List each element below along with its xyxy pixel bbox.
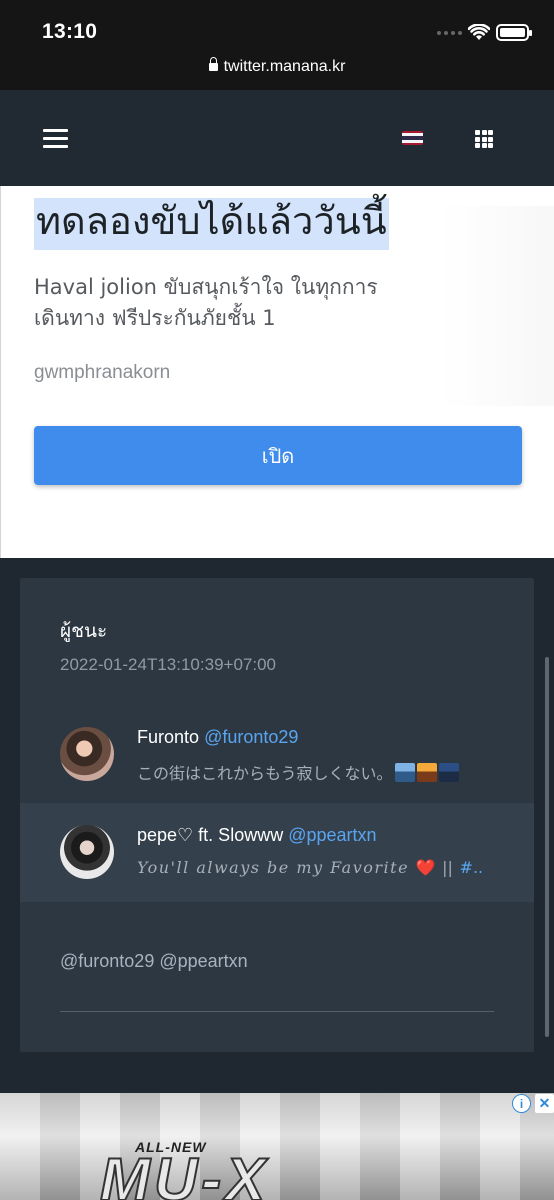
ad-banner-image xyxy=(0,1093,554,1200)
heart-icon: ❤️ xyxy=(415,858,436,877)
site-header xyxy=(0,90,554,186)
url-text: twitter.manana.kr xyxy=(223,58,346,75)
card-title: ผู้ชนะ xyxy=(60,620,108,642)
hamburger-icon[interactable] xyxy=(43,129,68,148)
ad-model-name: MU-X xyxy=(99,1145,270,1200)
user-name-line: pepe♡ ft. Slowww @ppeartxn xyxy=(137,825,377,846)
ad-card[interactable]: ทดลองขับได้แล้ววันนี้ Haval jolion ขับสน… xyxy=(0,186,554,558)
hashtag-link[interactable]: #... xyxy=(460,858,483,877)
bio-separator: || xyxy=(442,858,453,877)
clock: 13:10 xyxy=(42,20,98,43)
avatar[interactable] xyxy=(60,825,114,879)
bottom-ad-banner[interactable]: ALL-NEW MU-X xyxy=(0,1093,554,1200)
night-city-emoji-icon xyxy=(438,763,459,782)
card-timestamp: 2022-01-24T13:10:39+07:00 xyxy=(60,655,276,674)
grid-icon[interactable] xyxy=(475,130,493,148)
sunset-city-emoji-icon xyxy=(416,763,437,782)
list-item[interactable]: pepe♡ ft. Slowww @ppeartxn You'll always… xyxy=(20,803,534,902)
user-name: Furonto xyxy=(137,727,200,747)
ad-background-image xyxy=(441,206,554,406)
status-bar: 13:10 twitter.manana.kr xyxy=(0,0,554,90)
lock-icon xyxy=(208,57,218,71)
address-bar[interactable]: twitter.manana.kr xyxy=(0,57,554,76)
winner-card: ผู้ชนะ 2022-01-24T13:10:39+07:00 Furonto… xyxy=(20,578,534,1052)
ad-controls: i ✕ xyxy=(512,1094,554,1113)
open-button[interactable]: เปิด xyxy=(34,426,522,485)
user-handle[interactable]: @furonto29 xyxy=(204,727,298,747)
signal-icon xyxy=(437,31,462,35)
avatar[interactable] xyxy=(60,727,114,781)
ad-headline: ทดลองขับได้แล้ววันนี้ xyxy=(34,198,389,250)
ad-advertiser: gwmphranakorn xyxy=(34,362,171,383)
thai-flag-icon[interactable] xyxy=(402,131,423,145)
wifi-icon xyxy=(467,23,491,45)
scrollbar[interactable] xyxy=(545,657,549,1037)
user-bio: You'll always be my Favorite ❤️ || #... xyxy=(137,858,483,877)
cityscape-emoji-icon xyxy=(394,763,415,782)
battery-icon xyxy=(496,24,532,41)
ad-description: Haval jolion ขับสนุกเร้าใจ ในทุกการเดินท… xyxy=(34,275,378,330)
user-name: pepe♡ ft. Slowww xyxy=(137,825,284,845)
close-icon[interactable]: ✕ xyxy=(535,1094,554,1113)
user-bio: この街はこれからもう寂しくない。 xyxy=(137,760,459,784)
bio-text: この街はこれからもう寂しくない。 xyxy=(137,764,393,783)
mentions-text: @furonto29 @ppeartxn xyxy=(60,951,248,971)
info-icon[interactable]: i xyxy=(512,1094,531,1113)
user-handle[interactable]: @ppeartxn xyxy=(288,825,376,845)
divider xyxy=(60,1011,494,1012)
list-item[interactable]: Furonto @furonto29 この街はこれからもう寂しくない。 xyxy=(20,705,534,804)
user-name-line: Furonto @furonto29 xyxy=(137,727,298,748)
bio-text: You'll always be my Favorite xyxy=(137,858,410,877)
